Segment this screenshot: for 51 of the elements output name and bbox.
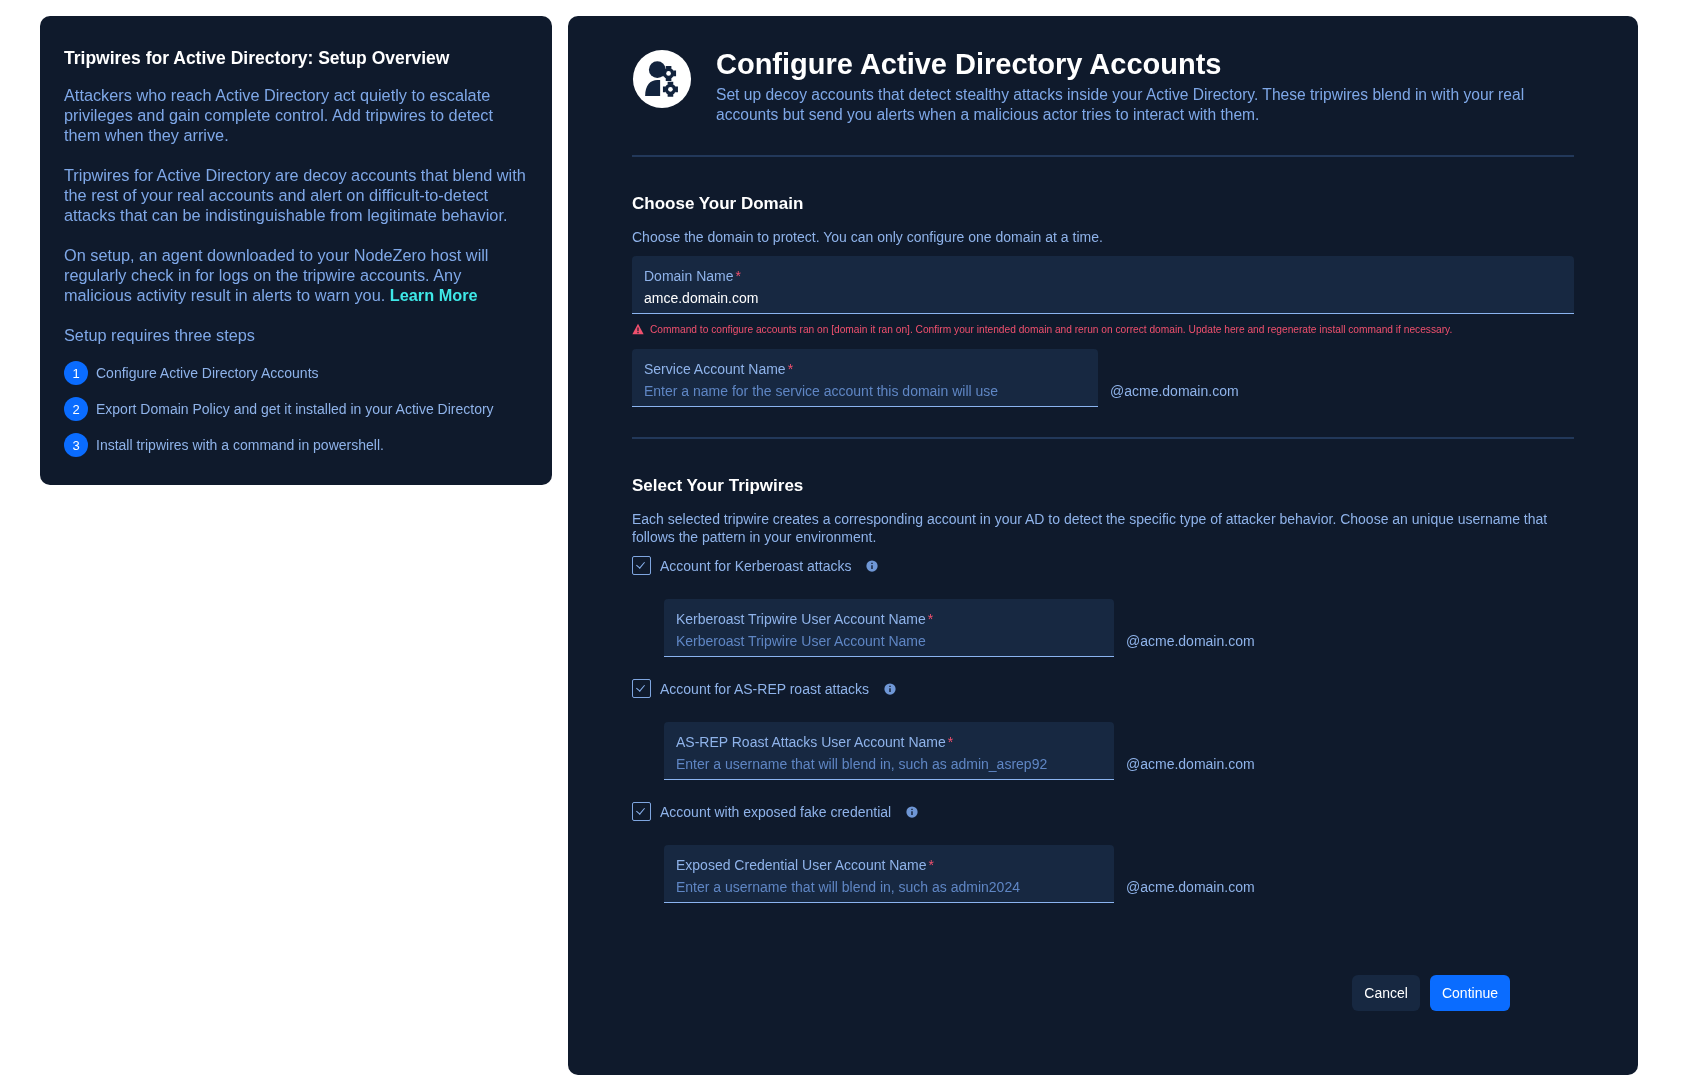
section-description: Each selected tripwire creates a corresponding account in your AD to detect the specific type of attacker behavior. Choose an unique username that follows the pattern in your environment. — [632, 510, 1549, 546]
cancel-button[interactable]: Cancel — [1352, 975, 1420, 1011]
field-placeholder: Enter a username that will blend in, such as admin2024 — [676, 878, 1021, 896]
checkbox-label: Account for AS-REP roast attacks — [660, 680, 870, 697]
step-label: Export Domain Policy and get it installed in your Active Directory — [96, 401, 494, 417]
warning-icon — [632, 323, 644, 335]
checkbox[interactable] — [632, 556, 651, 575]
field-label: Service Account Name* — [644, 361, 795, 377]
domain-suffix: @acme.domain.com — [1110, 383, 1239, 401]
overview-paragraph: Attackers who reach Active Directory act quietly to escalate privileges and gain complete control. Add tripwires to detect them when they arrive. — [64, 85, 494, 145]
checkbox[interactable] — [632, 679, 651, 698]
info-icon[interactable] — [884, 682, 897, 695]
domain-suffix: @acme.domain.com — [1126, 633, 1255, 651]
field-label: Kerberoast Tripwire User Account Name* — [676, 611, 935, 627]
domain-suffix: @acme.domain.com — [1126, 879, 1255, 897]
account-name-field[interactable]: AS-REP Roast Attacks User Account Name* Enter a username that will blend in, such as admin_asrep92 — [664, 722, 1114, 780]
overview-paragraph: On setup, an agent downloaded to your NodeZero host will regularly check in for logs on the tripwire accounts. Any malicious activity result in alerts to warn you. Learn More — [64, 245, 490, 305]
step-label: Install tripwires with a command in powershell. — [96, 437, 384, 453]
error-message: Command to configure accounts ran on [domain it ran on]. Confirm your intended domain and rerun on correct domain. Update here and regenerate install command if necessary. — [650, 323, 1453, 335]
page-description: Set up decoy accounts that detect stealthy attacks inside your Active Directory. These tripwires blend in with your real accounts but send you alerts when a malicious actor tries to interact with them. — [716, 85, 1526, 125]
step-label: Configure Active Directory Accounts — [96, 365, 319, 381]
info-icon[interactable] — [866, 559, 879, 572]
section-description: Choose the domain to protect. You can only configure one domain at a time. — [632, 228, 1104, 246]
info-icon[interactable] — [906, 805, 919, 818]
step-number: 3 — [64, 433, 88, 457]
step-number: 1 — [64, 361, 88, 385]
domain-suffix: @acme.domain.com — [1126, 756, 1255, 774]
field-placeholder: Kerberoast Tripwire User Account Name — [676, 632, 927, 650]
user-gear-icon — [632, 49, 692, 109]
steps-intro: Setup requires three steps — [64, 325, 256, 345]
continue-button[interactable]: Continue — [1429, 975, 1510, 1011]
field-placeholder: Enter a username that will blend in, such as admin_asrep92 — [676, 755, 1049, 773]
account-name-field[interactable]: Kerberoast Tripwire User Account Name* Kerberoast Tripwire User Account Name — [664, 599, 1114, 657]
field-label: Domain Name* — [644, 268, 742, 284]
checkbox[interactable] — [632, 802, 651, 821]
field-label: Exposed Credential User Account Name* — [676, 857, 936, 873]
field-placeholder: Enter a name for the service account this domain will use — [644, 382, 1000, 400]
checkbox-label: Account for Kerberoast attacks — [660, 557, 852, 574]
domain-name-field[interactable]: Domain Name* amce.domain.com — [632, 256, 1574, 314]
field-label: AS-REP Roast Attacks User Account Name* — [676, 734, 955, 750]
section-title: Choose Your Domain — [632, 194, 805, 214]
page-title: Configure Active Directory Accounts — [716, 48, 1223, 81]
service-account-field[interactable]: Service Account Name* Enter a name for the service account this domain will use — [632, 349, 1098, 407]
field-value: amce.domain.com — [644, 289, 760, 307]
section-title: Select Your Tripwires — [632, 476, 805, 496]
step-number: 2 — [64, 397, 88, 421]
account-name-field[interactable]: Exposed Credential User Account Name* Enter a username that will blend in, such as admin2024 — [664, 845, 1114, 903]
learn-more-link[interactable]: Learn More — [389, 286, 478, 304]
overview-title: Tripwires for Active Directory: Setup Overview — [64, 48, 451, 69]
checkbox-label: Account with exposed fake credential — [660, 803, 892, 820]
overview-paragraph: Tripwires for Active Directory are decoy accounts that blend with the rest of your real accounts and alert on difficult-to-detect attacks that can be indistinguishable from legitimate behavior. — [64, 165, 527, 225]
